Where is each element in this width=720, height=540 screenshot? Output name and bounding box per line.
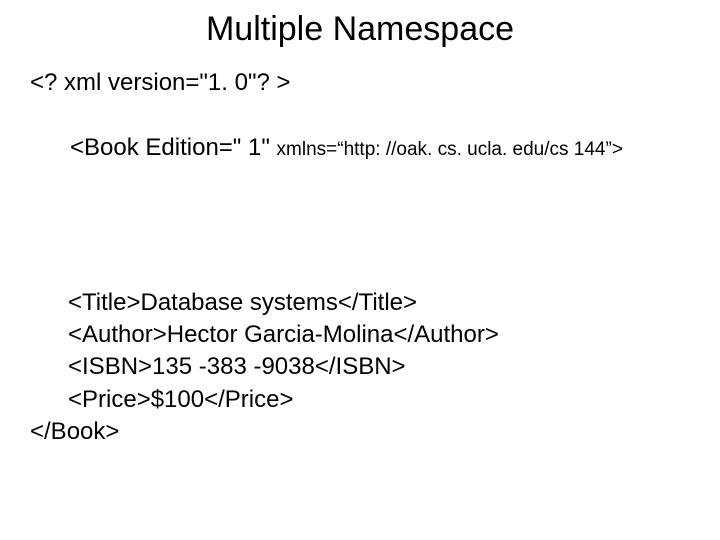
code-line-price: <Price>$100</Price> xyxy=(30,384,690,416)
code-line-book-open: <Book Edition=" 1" xmlns=“http: //oak. c… xyxy=(30,99,690,196)
code-line-isbn: <ISBN>135 -383 -9038</ISBN> xyxy=(30,351,690,383)
code-block: <? xml version="1. 0"? > <Book Edition="… xyxy=(30,67,690,449)
code-line-xmldecl: <? xml version="1. 0"? > xyxy=(30,67,690,99)
slide: Multiple Namespace <? xml version="1. 0"… xyxy=(0,0,720,540)
code-text-xmlns: xmlns=“http: //oak. cs. ucla. edu/cs 144… xyxy=(277,139,623,160)
slide-title: Multiple Namespace xyxy=(30,10,690,49)
code-line-book-close: </Book> xyxy=(30,416,690,448)
code-body: <Title>Database systems</Title> <Author>… xyxy=(30,287,690,449)
code-text-book: <Book Edition=" 1" xyxy=(70,134,277,161)
code-line-title: <Title>Database systems</Title> xyxy=(30,287,690,319)
code-line-author: <Author>Hector Garcia-Molina</Author> xyxy=(30,319,690,351)
